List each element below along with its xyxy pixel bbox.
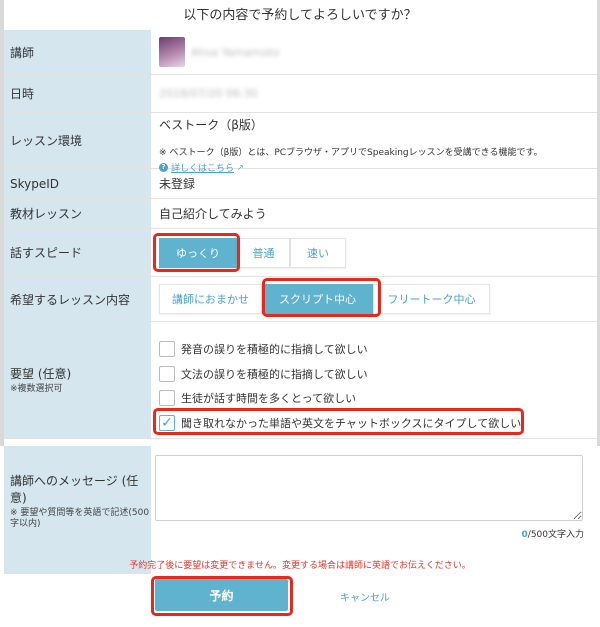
label-datetime: 日時 bbox=[4, 75, 151, 112]
row-requests: 要望 (任意) ※複数選択可 発音の誤りを積極的に指摘して欲しい 文法の誤りを積… bbox=[4, 322, 597, 439]
checkbox-checked[interactable]: ✓ bbox=[159, 415, 175, 432]
tutor-avatar bbox=[159, 37, 185, 67]
label-skype: SkypeID bbox=[4, 169, 151, 198]
checkbox[interactable] bbox=[159, 390, 175, 407]
tutor-name: Ahsa Yamamoto bbox=[191, 45, 280, 59]
row-skype: SkypeID 未登録 bbox=[4, 169, 597, 199]
label-message: 講師へのメッセージ (任意) ※ 要望や質問等を英語で記述(500字以内) bbox=[4, 446, 151, 574]
content-option-free-talk[interactable]: フリートーク中心 bbox=[373, 284, 490, 314]
request-option-pronunciation[interactable]: 発音の誤りを積極的に指摘して欲しい bbox=[159, 339, 597, 359]
content-selector: 講師におまかせ スクリプト中心 フリートーク中心 bbox=[159, 283, 597, 315]
row-content: 希望するレッスン内容 講師におまかせ スクリプト中心 フリートーク中心 bbox=[4, 277, 597, 322]
label-speed: 話すスピード bbox=[4, 229, 151, 276]
speed-option-normal[interactable]: 普通 bbox=[237, 237, 290, 268]
tutor-message-input[interactable] bbox=[155, 455, 583, 521]
row-material: 教材レッスン 自己紹介してみよう bbox=[4, 199, 597, 229]
edit-warning: 予約完了後に要望は変更できません。変更する場合は講師に英語でお伝えください。 bbox=[129, 561, 471, 571]
content-option-script[interactable]: スクリプト中心 bbox=[262, 284, 373, 314]
row-environment: レッスン環境 ベストーク（β版） ※ ベストーク（β版）とは、PCブラウザ・アプ… bbox=[4, 113, 597, 174]
environment-title: ベストーク（β版） bbox=[159, 118, 263, 132]
checkmark-icon: ✓ bbox=[161, 415, 173, 432]
char-counter: 0/500文字入力 bbox=[521, 530, 584, 540]
environment-note: ※ ベストーク（β版）とは、PCブラウザ・アプリでSpeakingレッスンを受講… bbox=[159, 148, 543, 158]
label-requests: 要望 (任意) ※複数選択可 bbox=[4, 322, 151, 438]
request-checkbox-list: 発音の誤りを積極的に指摘して欲しい 文法の誤りを積極的に指摘して欲しい 生徒が話… bbox=[151, 322, 597, 438]
checkbox[interactable] bbox=[159, 340, 175, 357]
request-option-speaking-time[interactable]: 生徒が話す時間を多くとって欲しい bbox=[159, 389, 597, 409]
row-tutor: 講師 Ahsa Yamamoto bbox=[4, 30, 597, 75]
speed-selector: ゆっくり 普通 速い bbox=[159, 237, 597, 269]
label-tutor: 講師 bbox=[4, 30, 151, 74]
label-material: 教材レッスン bbox=[4, 199, 151, 228]
content-option-tutor-choice[interactable]: 講師におまかせ bbox=[159, 284, 262, 314]
speed-option-slow[interactable]: ゆっくり bbox=[159, 237, 237, 268]
request-option-chat-typing[interactable]: ✓ 聞き取れなかった単語や英文をチャットボックスにタイプして欲しい bbox=[159, 413, 597, 433]
reservation-confirm-dialog: 以下の内容で予約してよろしいですか？ 講師 Ahsa Yamamoto 日時 2… bbox=[0, 0, 600, 627]
speed-option-fast[interactable]: 速い bbox=[290, 237, 346, 268]
row-speed: 話すスピード ゆっくり 普通 速い bbox=[4, 229, 597, 277]
row-datetime: 日時 2018/07/20 06:30 bbox=[4, 75, 597, 113]
cancel-link[interactable]: キャンセル bbox=[340, 589, 390, 604]
dialog-heading: 以下の内容で予約してよろしいですか？ bbox=[183, 8, 417, 23]
label-environment: レッスン環境 bbox=[4, 113, 151, 168]
request-option-grammar[interactable]: 文法の誤りを積極的に指摘して欲しい bbox=[159, 364, 597, 384]
skype-id-value: 未登録 bbox=[159, 177, 196, 191]
label-content: 希望するレッスン内容 bbox=[4, 277, 151, 321]
checkbox[interactable] bbox=[159, 365, 175, 382]
lesson-datetime: 2018/07/20 06:30 bbox=[159, 87, 258, 100]
material-value: 自己紹介してみよう bbox=[159, 207, 267, 221]
reserve-button[interactable]: 予約 bbox=[155, 579, 288, 611]
